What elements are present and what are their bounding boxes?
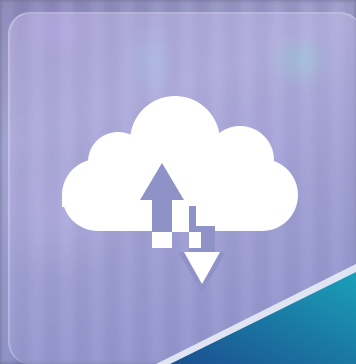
cloud-shape: [62, 96, 298, 231]
app-tile[interactable]: [0, 0, 356, 364]
cloud-upload-download-icon: [62, 96, 298, 292]
